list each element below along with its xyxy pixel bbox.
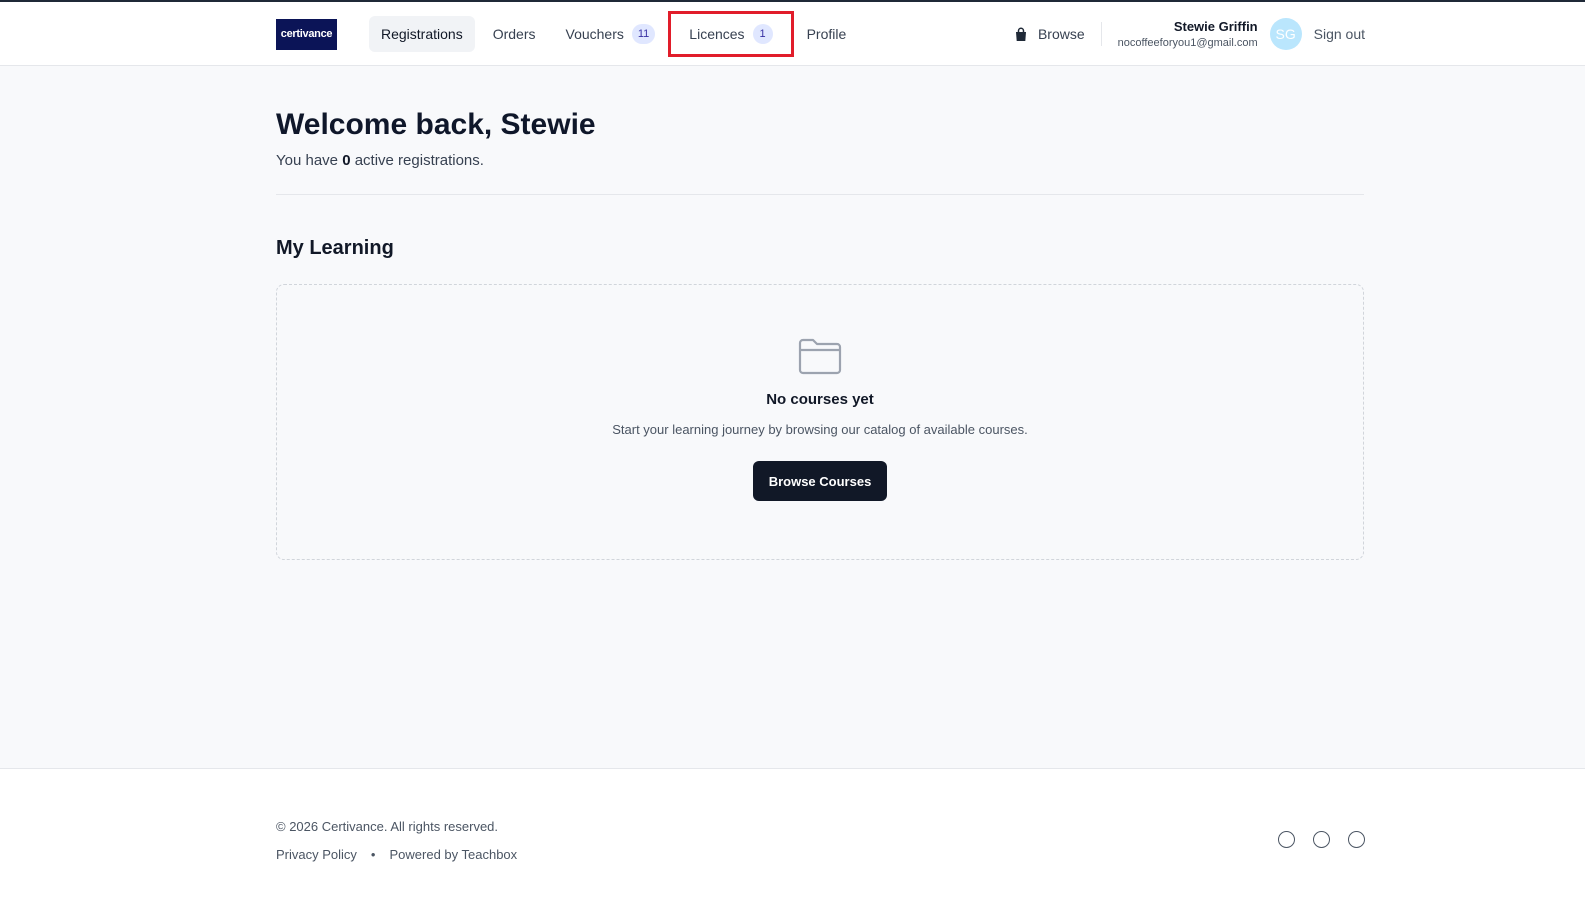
summary-prefix: You have [276, 152, 339, 169]
empty-state-description: Start your learning journey by browsing … [612, 422, 1028, 437]
site-header: certivance Registrations Orders Vouchers… [0, 2, 1585, 66]
nav-label: Profile [806, 26, 847, 42]
registration-summary: You have 0 active registrations. [276, 152, 1364, 169]
social-circle-icon[interactable] [1348, 831, 1365, 848]
social-links [1278, 831, 1365, 848]
nav-label: Vouchers [565, 26, 624, 42]
user-info: Stewie Griffin nocoffeeforyou1@gmail.com [1118, 19, 1258, 49]
nav-registrations[interactable]: Registrations [369, 16, 475, 52]
user-email: nocoffeeforyou1@gmail.com [1117, 37, 1258, 49]
licences-count-badge: 1 [752, 24, 773, 44]
nav-label: Licences [689, 26, 745, 42]
nav-licences[interactable]: Licences 1 [668, 11, 794, 57]
folder-icon [798, 338, 842, 375]
vouchers-count-badge: 11 [631, 24, 656, 44]
browse-link[interactable]: Browse [1014, 22, 1102, 46]
main-content: Welcome back, Stewie You have 0 active r… [276, 66, 1364, 560]
copyright: © 2026 Certivance. All rights reserved. [276, 819, 499, 834]
site-footer: © 2026 Certivance. All rights reserved. … [0, 768, 1585, 904]
brand-logo[interactable]: certivance [276, 18, 337, 50]
main-nav: Registrations Orders Vouchers 11 Licence… [369, 11, 859, 57]
empty-state-title: No courses yet [766, 391, 874, 408]
nav-orders[interactable]: Orders [481, 16, 548, 52]
divider [276, 194, 1364, 195]
nav-label: Registrations [381, 26, 463, 42]
section-title: My Learning [276, 237, 394, 259]
nav-vouchers[interactable]: Vouchers 11 [554, 16, 668, 52]
powered-by-link[interactable]: Powered by Teachbox [389, 847, 517, 862]
social-circle-icon[interactable] [1278, 831, 1295, 848]
user-name: Stewie Griffin [1173, 19, 1258, 34]
active-registrations-count: 0 [342, 152, 351, 169]
nav-profile[interactable]: Profile [795, 16, 859, 52]
summary-suffix: active registrations. [354, 152, 484, 169]
footer-links: Privacy Policy • Powered by Teachbox [276, 847, 517, 862]
header-right: Browse Stewie Griffin nocoffeeforyou1@gm… [1014, 2, 1365, 66]
page-title: Welcome back, Stewie [276, 108, 596, 141]
footer-separator: • [370, 847, 376, 862]
browse-courses-button[interactable]: Browse Courses [752, 461, 888, 501]
browse-label: Browse [1037, 26, 1085, 42]
avatar[interactable]: SG [1269, 18, 1302, 50]
shopping-bag-icon [1015, 27, 1026, 41]
nav-label: Orders [492, 26, 536, 42]
sign-out-link[interactable]: Sign out [1314, 26, 1365, 42]
privacy-policy-link[interactable]: Privacy Policy [276, 847, 357, 862]
empty-state-card: No courses yet Start your learning journ… [276, 284, 1364, 560]
social-circle-icon[interactable] [1313, 831, 1330, 848]
